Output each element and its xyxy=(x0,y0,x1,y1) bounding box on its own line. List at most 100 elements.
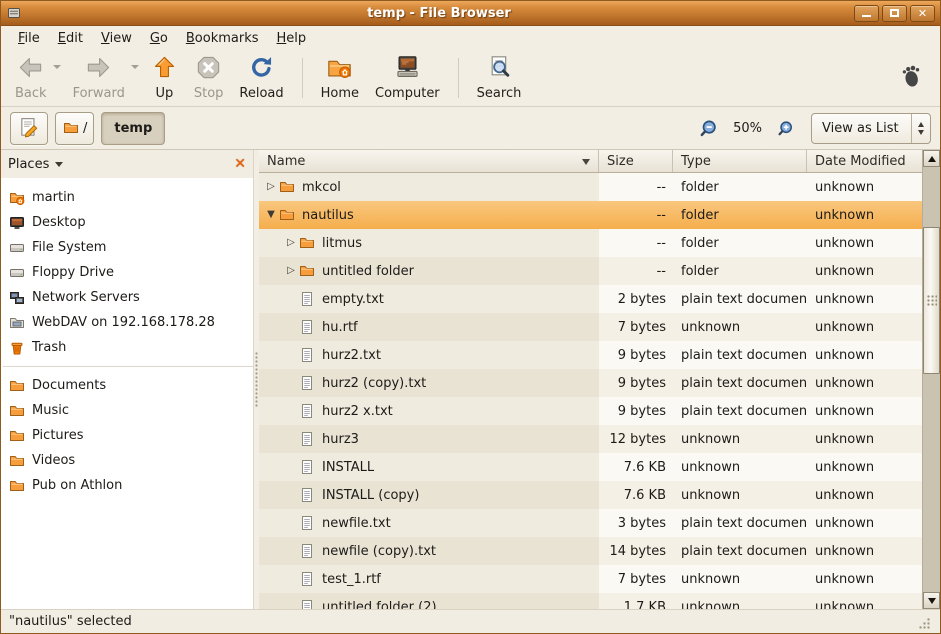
file-row-hurz2-txt[interactable]: hurz2.txt9 bytesplain text documentunkno… xyxy=(259,341,922,369)
file-row-install[interactable]: INSTALL7.6 KBunknownunknown xyxy=(259,453,922,481)
places-header[interactable]: Places ✕ xyxy=(1,150,253,178)
sidebar-item-webdav-on-192-168-178-28[interactable]: WebDAV on 192.168.178.28 xyxy=(1,310,253,335)
minimize-button[interactable] xyxy=(854,5,879,22)
close-button[interactable]: ✕ xyxy=(910,5,935,22)
sidebar-item-label: Documents xyxy=(32,378,106,393)
stop-button[interactable]: Stop xyxy=(186,51,232,104)
sidebar-item-desktop[interactable]: Desktop xyxy=(1,210,253,235)
date-modified-cell: unknown xyxy=(807,313,922,341)
menubar: FileEditViewGoBookmarksHelp xyxy=(1,26,940,51)
home-button[interactable]: Home xyxy=(313,51,367,104)
status-text: "nautilus" selected xyxy=(9,614,132,629)
desktop-icon xyxy=(9,215,25,231)
view-mode-select[interactable]: View as List xyxy=(811,113,931,144)
window-icon xyxy=(6,5,24,21)
reload-button[interactable]: Reload xyxy=(231,51,291,104)
file-row-install-copy-[interactable]: INSTALL (copy)7.6 KBunknownunknown xyxy=(259,481,922,509)
up-button[interactable]: Up xyxy=(143,51,186,104)
file-row-litmus[interactable]: ▷litmus--folderunknown xyxy=(259,229,922,257)
size-cell: -- xyxy=(599,257,673,285)
scrollbar-thumb[interactable] xyxy=(923,227,940,374)
file-row-hu-rtf[interactable]: hu.rtf7 bytesunknownunknown xyxy=(259,313,922,341)
sort-indicator-icon xyxy=(582,159,590,169)
date-modified-cell: unknown xyxy=(807,425,922,453)
sidebar-item-documents[interactable]: Documents xyxy=(1,373,253,398)
date-modified-cell: unknown xyxy=(807,593,922,609)
file-row-hurz2-copy-txt[interactable]: hurz2 (copy).txt9 bytesplain text docume… xyxy=(259,369,922,397)
menu-go[interactable]: Go xyxy=(141,28,177,49)
back-history-dropdown[interactable] xyxy=(53,65,61,73)
file-row-newfile-copy-txt[interactable]: newfile (copy).txt14 bytesplain text doc… xyxy=(259,537,922,565)
expander-collapsed-icon[interactable]: ▷ xyxy=(263,182,279,192)
name-cell: newfile.txt xyxy=(259,509,599,537)
maximize-icon xyxy=(890,9,899,17)
column-header-size[interactable]: Size xyxy=(599,150,673,172)
edit-location-button[interactable] xyxy=(10,112,48,145)
size-cell: -- xyxy=(599,201,673,229)
sidebar-item-trash[interactable]: Trash xyxy=(1,335,253,360)
sidebar-item-file-system[interactable]: File System xyxy=(1,235,253,260)
column-header-date-modified[interactable]: Date Modified xyxy=(807,150,922,172)
column-header-type[interactable]: Type xyxy=(673,150,807,172)
sidebar-item-pictures[interactable]: Pictures xyxy=(1,423,253,448)
gnome-foot-icon xyxy=(898,63,924,93)
forward-button[interactable]: Forward xyxy=(65,51,133,104)
vertical-scrollbar[interactable] xyxy=(922,150,940,609)
expander-collapsed-icon[interactable]: ▷ xyxy=(283,238,299,248)
computer-icon xyxy=(394,54,421,85)
column-header-name[interactable]: Name xyxy=(259,150,599,172)
forward-history-dropdown[interactable] xyxy=(131,65,139,73)
file-row-untitled-folder-2-[interactable]: untitled folder (2)1.7 KBunknownunknown xyxy=(259,593,922,609)
sidebar-close-button[interactable]: ✕ xyxy=(234,157,246,171)
menu-bookmarks[interactable]: Bookmarks xyxy=(177,28,268,49)
sidebar-item-label: Pub on Athlon xyxy=(32,478,122,493)
file-name-label: litmus xyxy=(322,236,362,251)
window-resize-grip[interactable] xyxy=(918,617,931,634)
menu-file[interactable]: File xyxy=(9,28,49,49)
size-cell: 1.7 KB xyxy=(599,593,673,609)
file-row-test-1-rtf[interactable]: test_1.rtf7 bytesunknownunknown xyxy=(259,565,922,593)
scroll-down-button[interactable] xyxy=(923,592,940,609)
file-row-nautilus[interactable]: ▼nautilus--folderunknown xyxy=(259,201,922,229)
type-cell: unknown xyxy=(673,481,807,509)
file-row-empty-txt[interactable]: empty.txt2 bytesplain text documentunkno… xyxy=(259,285,922,313)
file-row-hurz3[interactable]: hurz312 bytesunknownunknown xyxy=(259,425,922,453)
name-cell: INSTALL xyxy=(259,453,599,481)
search-button[interactable]: Search xyxy=(469,51,530,104)
menu-edit[interactable]: Edit xyxy=(49,28,92,49)
folder-icon xyxy=(9,403,25,419)
computer-button[interactable]: Computer xyxy=(367,51,448,104)
menu-view[interactable]: View xyxy=(92,28,141,49)
root-folder-button[interactable]: / xyxy=(55,112,94,145)
type-cell: plain text document xyxy=(673,369,807,397)
expander-collapsed-icon[interactable]: ▷ xyxy=(283,266,299,276)
file-row-hurz2-x-txt[interactable]: hurz2 x.txt9 bytesplain text documentunk… xyxy=(259,397,922,425)
current-folder-button[interactable]: temp xyxy=(101,112,165,145)
file-row-newfile-txt[interactable]: newfile.txt3 bytesplain text documentunk… xyxy=(259,509,922,537)
zoom-in-button[interactable] xyxy=(777,120,794,137)
text-file-icon xyxy=(299,347,315,363)
arrow-up-icon xyxy=(928,152,936,162)
sidebar-item-floppy-drive[interactable]: Floppy Drive xyxy=(1,260,253,285)
file-row-untitled-folder[interactable]: ▷untitled folder--folderunknown xyxy=(259,257,922,285)
text-file-icon xyxy=(299,375,315,391)
scroll-up-button[interactable] xyxy=(923,150,940,167)
size-cell: 14 bytes xyxy=(599,537,673,565)
sidebar-item-videos[interactable]: Videos xyxy=(1,448,253,473)
titlebar[interactable]: temp - File Browser ✕ xyxy=(1,1,940,26)
sidebar-item-network-servers[interactable]: Network Servers xyxy=(1,285,253,310)
sidebar-item-pub-on-athlon[interactable]: Pub on Athlon xyxy=(1,473,253,498)
file-name-label: INSTALL (copy) xyxy=(322,488,419,503)
sidebar-item-music[interactable]: Music xyxy=(1,398,253,423)
expander-expanded-icon[interactable]: ▼ xyxy=(263,210,279,220)
root-folder-label: / xyxy=(83,121,87,136)
folder-icon xyxy=(9,428,25,444)
back-button[interactable]: Back xyxy=(7,51,55,104)
file-row-mkcol[interactable]: ▷mkcol--folderunknown xyxy=(259,173,922,201)
type-cell: unknown xyxy=(673,313,807,341)
maximize-button[interactable] xyxy=(882,5,907,22)
scrollbar-trough[interactable] xyxy=(923,167,940,592)
menu-help[interactable]: Help xyxy=(268,28,316,49)
zoom-out-button[interactable] xyxy=(699,119,718,138)
sidebar-item-martin[interactable]: martin xyxy=(1,185,253,210)
